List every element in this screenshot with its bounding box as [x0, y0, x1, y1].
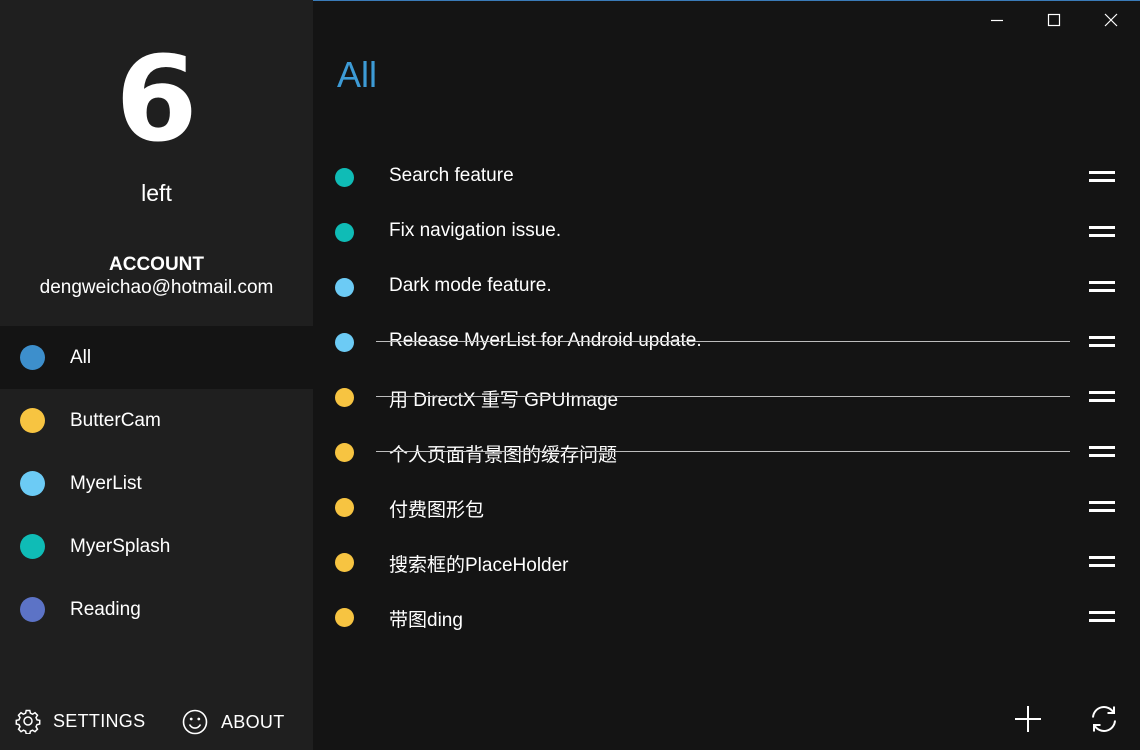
drag-handle-icon[interactable] — [1089, 332, 1117, 352]
sidebar-item-all[interactable]: All — [0, 326, 313, 389]
category-color-dot — [20, 408, 45, 433]
category-color-dot[interactable] — [335, 278, 354, 297]
todo-item[interactable]: 用 DirectX 重写 GPUImage — [313, 369, 1140, 424]
account-heading[interactable]: ACCOUNT — [0, 254, 313, 276]
drag-handle-icon[interactable] — [1089, 167, 1117, 187]
category-list: All ButterCam MyerList MyerSplash Reading — [0, 326, 313, 641]
done-strikethrough — [376, 341, 1070, 342]
about-button[interactable]: ABOUT — [181, 708, 285, 736]
category-color-dot[interactable] — [335, 608, 354, 627]
sidebar-item-myerlist[interactable]: MyerList — [0, 452, 313, 515]
sync-button[interactable] — [1088, 703, 1120, 735]
sidebar-item-label: ButterCam — [70, 409, 161, 431]
drag-handle-icon[interactable] — [1089, 442, 1117, 462]
maximize-button[interactable] — [1034, 6, 1074, 34]
todo-text: 用 DirectX 重写 GPUImage — [389, 390, 619, 411]
category-color-dot[interactable] — [335, 333, 354, 352]
sidebar-item-label: All — [70, 346, 92, 368]
sidebar-item-label: Reading — [70, 598, 141, 620]
page-title: All — [337, 54, 378, 95]
todo-text: Dark mode feature. — [389, 275, 552, 296]
sidebar-item-label: MyerSplash — [70, 535, 171, 557]
category-color-dot[interactable] — [335, 223, 354, 242]
close-button[interactable] — [1091, 6, 1131, 34]
todo-item[interactable]: 带图ding — [313, 589, 1140, 644]
drag-handle-icon[interactable] — [1089, 222, 1117, 242]
sidebar: 6 left ACCOUNT dengweichao@hotmail.com A… — [0, 0, 313, 750]
drag-handle-icon[interactable] — [1089, 552, 1117, 572]
smiley-icon — [182, 709, 208, 735]
plus-icon — [1015, 706, 1041, 732]
minimize-icon — [991, 19, 1003, 22]
account-email[interactable]: dengweichao@hotmail.com — [0, 277, 313, 299]
close-icon — [1104, 13, 1118, 27]
todo-text: 个人页面背景图的缓存问题 — [389, 445, 618, 466]
sync-icon — [1092, 706, 1116, 732]
category-color-dot — [20, 597, 45, 622]
todo-list: Search feature Fix navigation issue. Dark … — [313, 149, 1140, 644]
category-color-dot — [20, 345, 45, 370]
todo-item[interactable]: Fix navigation issue. — [313, 204, 1140, 259]
todo-item[interactable]: 个人页面背景图的缓存问题 — [313, 424, 1140, 479]
done-strikethrough — [376, 451, 1070, 452]
about-label: ABOUT — [221, 711, 285, 732]
todo-item[interactable]: 付费图形包 — [313, 479, 1140, 534]
drag-handle-icon[interactable] — [1089, 277, 1117, 297]
category-color-dot — [20, 534, 45, 559]
maximize-icon — [1047, 13, 1061, 27]
sidebar-item-buttercam[interactable]: ButterCam — [0, 389, 313, 452]
todo-text: Search feature — [389, 165, 514, 186]
todo-text: 带图ding — [389, 610, 463, 631]
drag-handle-icon[interactable] — [1089, 607, 1117, 627]
gear-icon — [15, 709, 41, 734]
category-color-dot[interactable] — [335, 498, 354, 517]
sidebar-item-label: MyerList — [70, 472, 142, 494]
todo-text: 付费图形包 — [389, 500, 485, 521]
sidebar-bottom-bar: SETTINGS ABOUT — [0, 700, 313, 742]
category-color-dot — [20, 471, 45, 496]
remaining-count: 6 — [115, 30, 198, 168]
category-color-dot[interactable] — [335, 388, 354, 407]
settings-label: SETTINGS — [53, 710, 146, 731]
done-strikethrough — [376, 396, 1070, 397]
drag-handle-icon[interactable] — [1089, 497, 1117, 517]
todo-text: 搜索框的PlaceHolder — [389, 555, 569, 576]
category-color-dot[interactable] — [335, 168, 354, 187]
category-color-dot[interactable] — [335, 553, 354, 572]
add-todo-button[interactable] — [1012, 703, 1044, 735]
todo-item[interactable]: 搜索框的PlaceHolder — [313, 534, 1140, 589]
todo-text: Fix navigation issue. — [389, 220, 562, 241]
sidebar-item-reading[interactable]: Reading — [0, 578, 313, 641]
todo-item[interactable]: Search feature — [313, 149, 1140, 204]
category-color-dot[interactable] — [335, 443, 354, 462]
todo-item[interactable]: Release MyerList for Android update. — [313, 314, 1140, 369]
remaining-label: left — [141, 180, 172, 206]
sidebar-item-myersplash[interactable]: MyerSplash — [0, 515, 313, 578]
settings-button[interactable]: SETTINGS — [15, 708, 145, 734]
minimize-button[interactable] — [977, 6, 1017, 34]
todo-item[interactable]: Dark mode feature. — [313, 259, 1140, 314]
drag-handle-icon[interactable] — [1089, 387, 1117, 407]
